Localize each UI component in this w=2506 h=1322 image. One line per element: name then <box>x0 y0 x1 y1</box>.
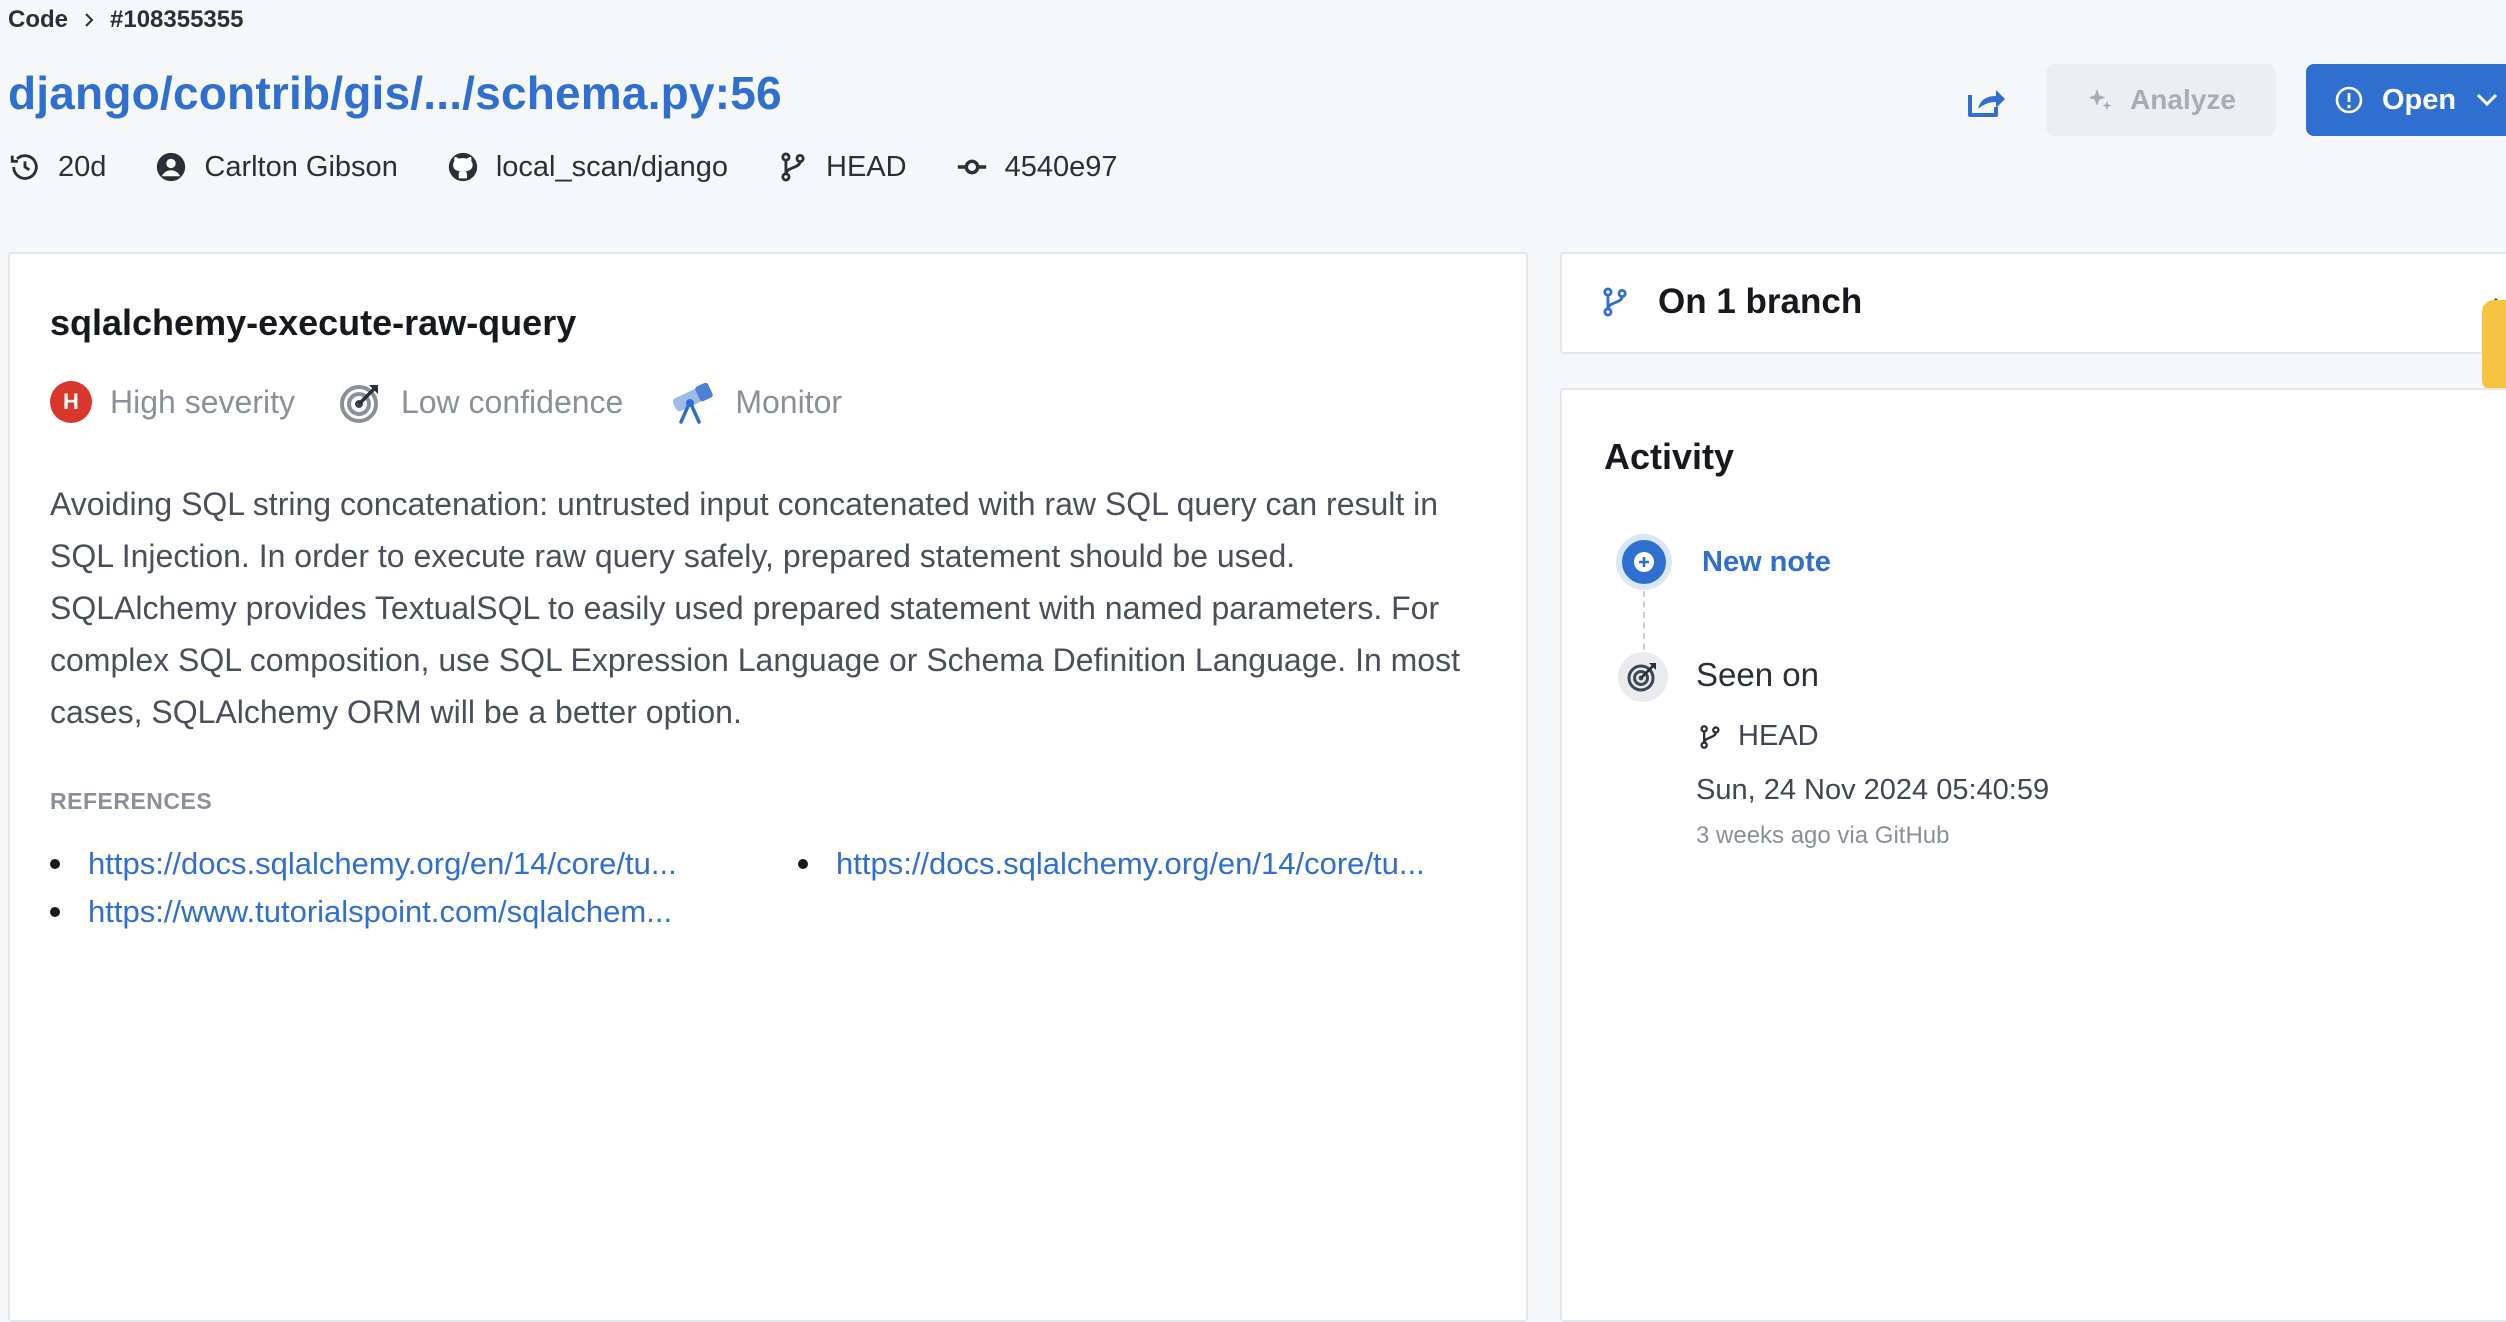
branches-label: On 1 branch <box>1658 282 1863 321</box>
reference-link-text[interactable]: https://docs.sqlalchemy.org/en/14/core/t… <box>836 846 1425 882</box>
breadcrumb: Code #108355355 <box>8 6 243 34</box>
open-status-button[interactable]: Open <box>2306 64 2506 136</box>
references-heading: REFERENCES <box>50 788 213 814</box>
new-note-button[interactable]: New note <box>1616 534 1831 590</box>
reference-link-text[interactable]: https://docs.sqlalchemy.org/en/14/core/t… <box>88 846 677 882</box>
git-branch-icon <box>1603 287 1627 317</box>
telescope-icon <box>673 382 714 424</box>
open-label: Open <box>2382 83 2457 116</box>
target-icon <box>1618 652 1668 702</box>
chevron-down-icon[interactable] <box>2474 87 2500 113</box>
git-commit-icon <box>957 159 986 175</box>
meta-commit-text: 4540e97 <box>1004 150 1118 183</box>
alert-circle-icon <box>2335 86 2363 114</box>
activity-title: Activity <box>1604 436 1735 477</box>
breadcrumb-finding-id: #108355355 <box>110 6 244 33</box>
mode-label: Monitor <box>735 383 843 420</box>
seen-on-branch-label: HEAD <box>1738 720 1819 752</box>
activity-panel: Activity New note Seen on HEAD Sun, 24 N… <box>1560 388 2506 1322</box>
new-note-label: New note <box>1702 545 1831 578</box>
meta-author: Carlton Gibson <box>154 150 398 184</box>
branches-header: On 1 branch <box>1598 282 1862 322</box>
github-icon <box>448 152 477 182</box>
breadcrumb-code-link[interactable]: Code <box>8 6 68 34</box>
meta-age-text: 20d <box>58 150 107 183</box>
feedback-tab[interactable] <box>2482 300 2506 392</box>
bullet <box>50 907 60 917</box>
seen-on-relative: 3 weeks ago via GitHub <box>1696 822 1950 849</box>
seen-on-title: Seen on <box>1696 656 1819 693</box>
mode-tag: Monitor <box>667 380 842 424</box>
reference-link[interactable]: https://docs.sqlalchemy.org/en/14/core/t… <box>50 846 798 882</box>
reference-link[interactable]: https://www.tutorialspoint.com/sqlalchem… <box>50 894 798 930</box>
sparkle-icon <box>2088 89 2112 110</box>
rule-description: Avoiding SQL string concatenation: untru… <box>50 486 1460 730</box>
meta-branch-text: HEAD <box>826 150 907 183</box>
bullet <box>50 859 60 869</box>
rule-tags: H High severity Low confidence Monitor <box>50 380 842 424</box>
share-button[interactable] <box>1962 80 2010 124</box>
confidence-label: Low confidence <box>400 383 624 420</box>
meta-repo[interactable]: local_scan/django <box>446 150 728 184</box>
meta-age: 20d <box>8 150 106 184</box>
rule-details-panel: sqlalchemy-execute-raw-query H High seve… <box>8 252 1528 1322</box>
bullet <box>798 859 808 869</box>
finding-title-link[interactable]: django/contrib/gis/.../schema.py:56 <box>8 66 782 120</box>
seen-on-branch: HEAD <box>1696 720 1819 753</box>
severity-tag: H High severity <box>50 381 295 423</box>
git-branch-icon <box>1700 724 1720 749</box>
meta-branch: HEAD <box>776 150 907 184</box>
user-circle-icon <box>157 152 186 182</box>
references-list: https://docs.sqlalchemy.org/en/14/core/t… <box>50 846 1510 930</box>
seen-on-date: Sun, 24 Nov 2024 05:40:59 <box>1696 774 2050 806</box>
meta-repo-text: local_scan/django <box>495 150 728 183</box>
meta-commit: 4540e97 <box>955 150 1118 184</box>
severity-badge: H <box>50 381 92 423</box>
meta-author-text: Carlton Gibson <box>204 150 398 183</box>
chevron-right-icon <box>78 9 100 31</box>
share-icon <box>1968 90 2005 117</box>
rule-name: sqlalchemy-execute-raw-query <box>50 302 577 343</box>
analyze-button[interactable]: Analyze <box>2046 64 2276 136</box>
confidence-tag: Low confidence <box>339 380 623 424</box>
git-branch-icon <box>781 152 805 182</box>
severity-label: High severity <box>110 383 295 420</box>
reference-link[interactable]: https://docs.sqlalchemy.org/en/14/core/t… <box>798 846 1510 882</box>
analyze-label: Analyze <box>2130 84 2236 115</box>
plus-icon <box>1616 534 1672 590</box>
finding-meta: 20d Carlton Gibson local_scan/django HEA… <box>8 150 1117 184</box>
reference-link-text[interactable]: https://www.tutorialspoint.com/sqlalchem… <box>88 894 672 930</box>
branches-accordion[interactable]: On 1 branch <box>1560 252 2506 354</box>
history-icon <box>10 154 38 180</box>
target-icon <box>339 385 378 423</box>
